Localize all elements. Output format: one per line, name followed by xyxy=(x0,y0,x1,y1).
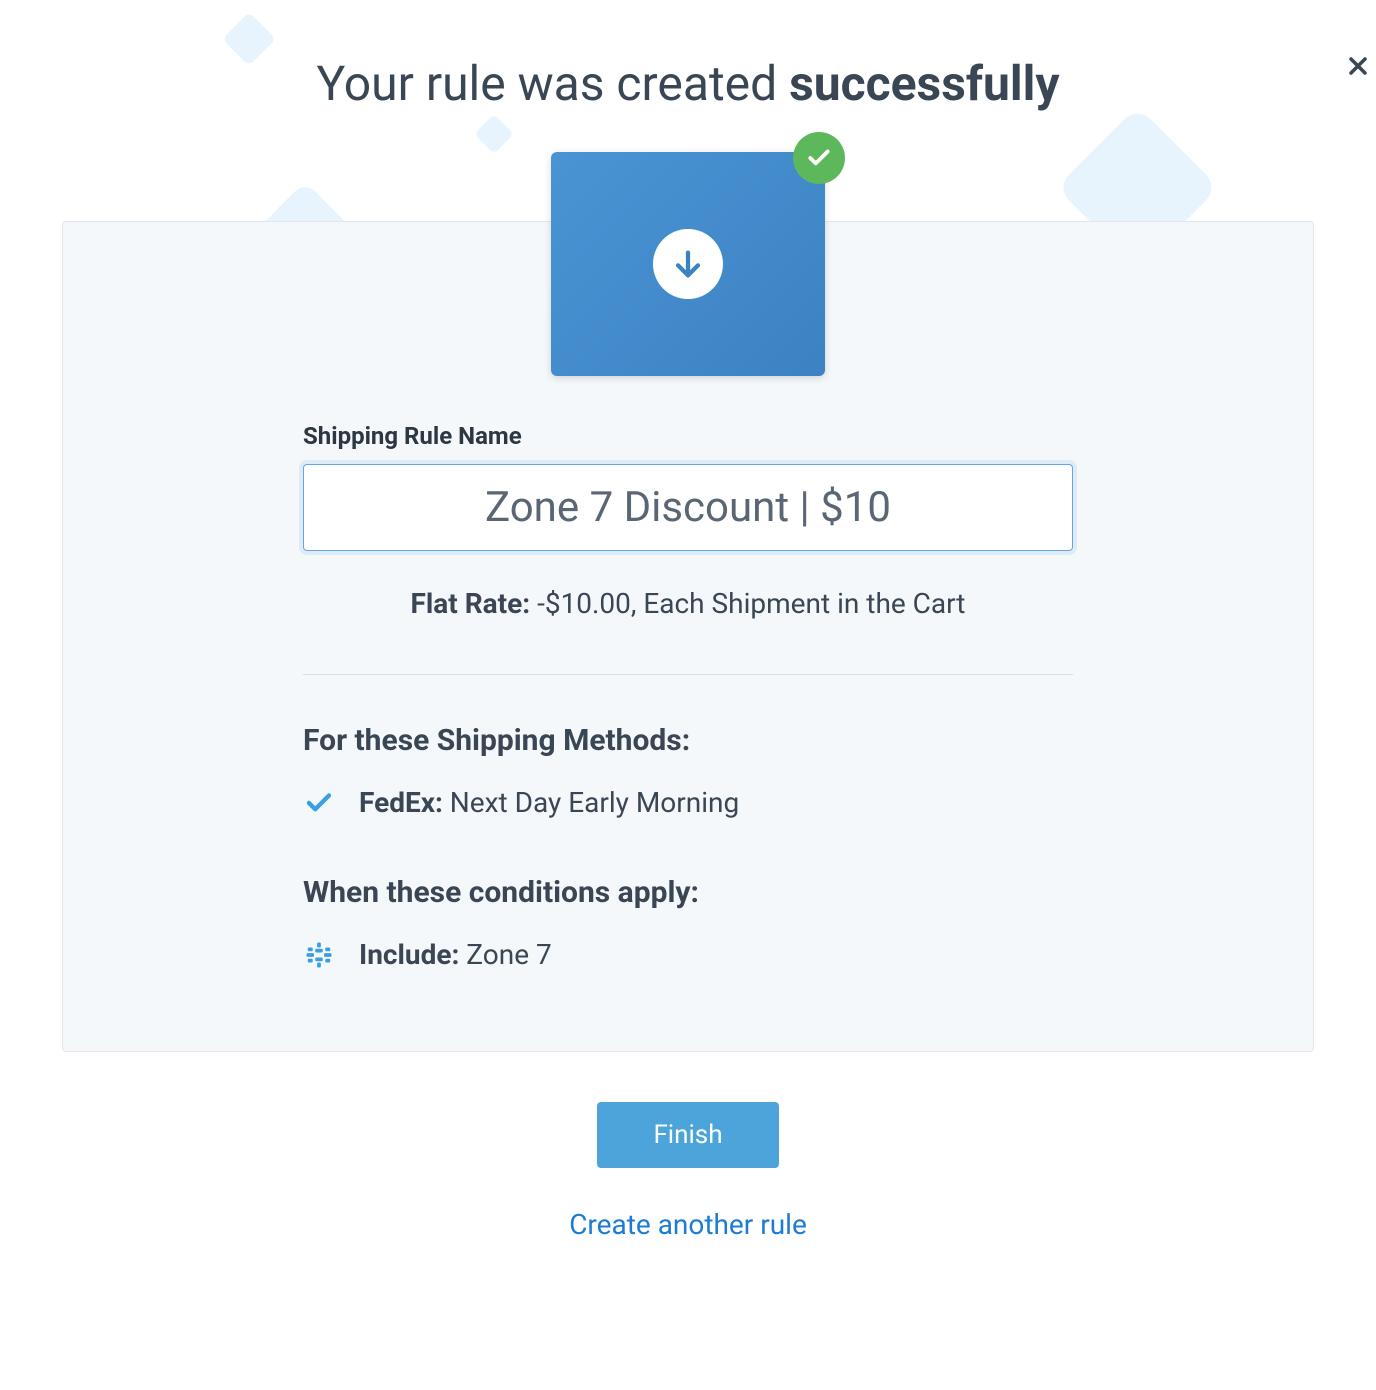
rate-summary: Flat Rate: -$10.00, Each Shipment in the… xyxy=(303,587,1073,620)
create-another-link[interactable]: Create another rule xyxy=(569,1208,807,1241)
success-check-badge xyxy=(793,132,845,184)
condition-item: Include: Zone 7 xyxy=(303,938,1073,971)
methods-heading: For these Shipping Methods: xyxy=(303,723,1073,758)
actions: Finish Create another rule xyxy=(569,1102,807,1241)
rule-name-label: Shipping Rule Name xyxy=(303,422,1073,450)
rule-name-input[interactable] xyxy=(303,464,1073,551)
finish-button[interactable]: Finish xyxy=(597,1102,778,1168)
condition-text: Include: Zone 7 xyxy=(359,938,552,971)
page-title: Your rule was created successfully xyxy=(317,55,1060,112)
method-text: FedEx: Next Day Early Morning xyxy=(359,786,739,819)
success-modal: Your rule was created successfully Shipp… xyxy=(0,0,1376,1241)
divider xyxy=(303,674,1073,675)
conditions-heading: When these conditions apply: xyxy=(303,875,1073,910)
arrow-down-icon xyxy=(671,247,705,281)
arrow-circle xyxy=(653,229,723,299)
check-icon xyxy=(303,787,335,819)
rule-icon-card xyxy=(551,152,825,376)
check-icon xyxy=(806,145,832,171)
globe-icon xyxy=(303,939,335,971)
method-item: FedEx: Next Day Early Morning xyxy=(303,786,1073,819)
